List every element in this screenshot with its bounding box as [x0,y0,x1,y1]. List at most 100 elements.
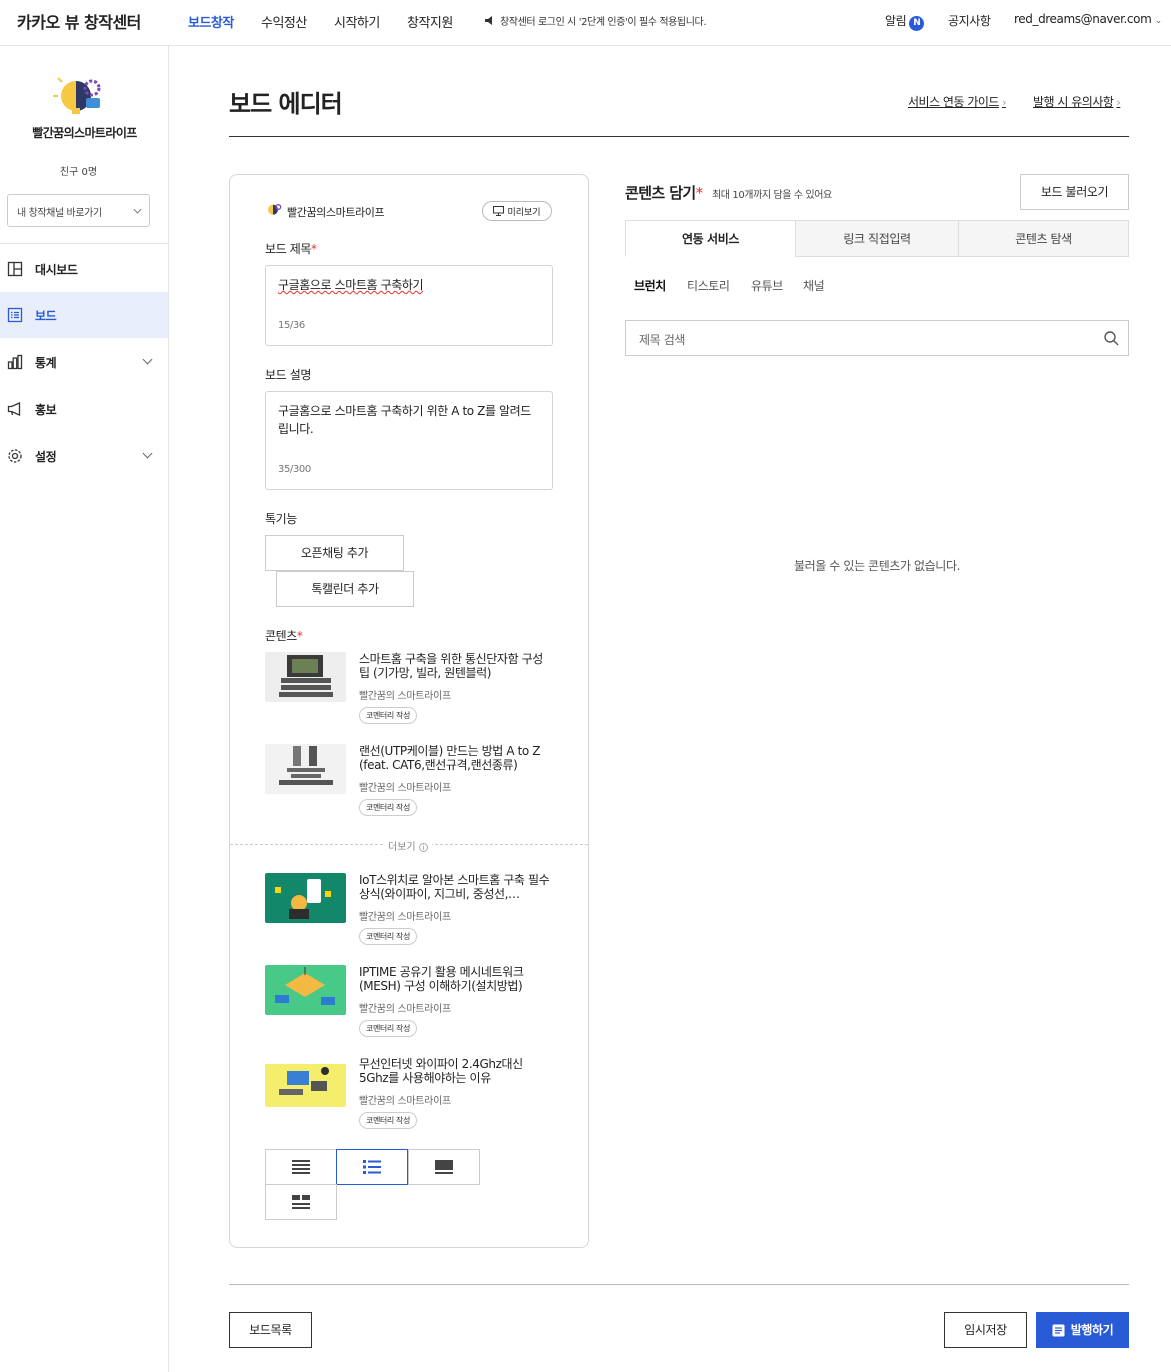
footer-divider [229,1284,1129,1285]
monitor-icon [493,206,505,216]
board-desc-label: 보드 설명 [265,368,311,382]
subtab-brunch[interactable]: 브런치 [634,277,666,294]
sidebar-item-stats[interactable]: 통계 [0,339,168,385]
content-title: IoT스위치로 알아본 스마트홈 구축 필수 상식(와이파이, 지그비, 중성선… [359,873,550,901]
title-divider [229,136,1129,137]
tab-direct-link[interactable]: 링크 직접입력 [795,220,959,257]
add-talkcalendar-button[interactable]: 톡캘린더 추가 [276,571,414,607]
content-thumbnail [265,652,346,702]
chevron-down-icon: ⌄ [1154,16,1163,26]
notice-link[interactable]: 공지사항 [948,12,991,29]
content-author: 빨간꿈의 스마트라이프 [359,1004,451,1015]
publish-caution-link[interactable]: 발행 시 유의사항 › [1033,93,1121,110]
subtab-channel[interactable]: 채널 [803,277,825,294]
sidebar-item-promotion[interactable]: 홍보 [0,386,168,432]
channel-name: 빨간꿈의스마트라이프 [32,126,137,140]
nav-board-create[interactable]: 보드창작 [188,12,234,31]
service-guide-label: 서비스 연동 가이드 [908,95,999,109]
account-menu[interactable]: red_dreams@naver.com ⌄ [1014,12,1162,26]
nav-getting-started[interactable]: 시작하기 [334,12,380,31]
subtab-youtube[interactable]: 유튜브 [751,277,783,294]
editor-channel-name: 빨간꿈의스마트라이프 [287,206,385,219]
layout-list-button[interactable] [265,1149,337,1185]
top-header: 카카오 뷰 창작센터 보드창작 수익정산 시작하기 창작지원 창작센터 로그인 … [0,0,1171,46]
channel-select[interactable]: 내 창작채널 바로가기 [7,194,150,227]
title-search-input[interactable]: 제목 검색 [625,320,1129,356]
content-thumbnail [265,744,346,794]
contents-label: 콘텐츠* [265,627,303,644]
content-item[interactable]: IPTIME 공유기 활용 메시네트워크(MESH) 구성 이해하기(설치방법)… [265,965,565,1045]
info-icon: i [418,843,428,852]
app-logo[interactable]: 카카오 뷰 창작센터 [17,9,141,33]
commentary-tag[interactable]: 코멘터리 작성 [359,1020,417,1037]
board-desc-value: 구글홈으로 스마트홈 구축하기 위한 A to Z를 알려드립니다. [278,404,531,436]
add-openchat-button[interactable]: 오픈채팅 추가 [265,535,404,571]
required-mark: * [296,629,303,643]
content-item[interactable]: 랜선(UTP케이블) 만드는 방법 A to Z (feat. CAT6,랜선규… [265,744,565,824]
search-icon[interactable] [1104,331,1119,346]
grid-icon [292,1195,310,1209]
content-thumbnail [265,1057,346,1107]
sidebar-item-dashboard[interactable]: 대시보드 [0,246,168,292]
nav-settlement[interactable]: 수익정산 [261,12,307,31]
required-mark: * [695,184,703,202]
content-item[interactable]: 스마트홈 구축을 위한 통신단자함 구성 팁 (기가망, 빌라, 원텐블럭) 빨… [265,652,565,732]
load-board-button[interactable]: 보드 불러오기 [1020,174,1129,210]
more-label: 더보기 [388,842,416,853]
chevron-right-icon: › [1001,96,1006,109]
board-desc-count: 35/300 [278,464,311,475]
commentary-tag[interactable]: 코멘터리 작성 [359,799,417,816]
collect-contents-subtitle: 최대 10개까지 담을 수 있어요 [712,190,832,201]
empty-state-message: 불러올 수 있는 콘텐츠가 없습니다. [793,559,961,573]
preview-button[interactable]: 미리보기 [482,201,552,221]
chevron-down-icon [142,354,153,365]
alarm-label: 알림 [885,14,907,28]
content-title: 랜선(UTP케이블) 만드는 방법 A to Z (feat. CAT6,랜선규… [359,744,541,772]
talk-feature-label: 톡기능 [265,512,297,526]
bullet-list-icon [363,1160,381,1174]
tab-content-explore[interactable]: 콘텐츠 탐색 [958,220,1129,257]
channel-select-label: 내 창작채널 바로가기 [17,208,102,219]
alarm-badge: N [909,16,925,31]
board-title-input[interactable]: 구글홈으로 스마트홈 구축하기 15/36 [265,265,553,346]
publish-caution-label: 발행 시 유의사항 [1033,95,1114,109]
required-mark: * [310,242,317,256]
dashboard-icon [7,261,23,277]
gear-icon [8,449,22,463]
card-icon [435,1160,453,1174]
commentary-tag[interactable]: 코멘터리 작성 [359,928,417,945]
commentary-tag[interactable]: 코멘터리 작성 [359,707,417,724]
sidebar-item-board[interactable]: 보드 [0,292,168,338]
sidebar: 빨간꿈의스마트라이프 친구 0명 내 창작채널 바로가기 대시보드 보드 통계 … [0,46,169,1372]
sidebar-item-settings[interactable]: 설정 [0,433,168,479]
publish-button[interactable]: 발행하기 [1036,1312,1129,1348]
alarm-button[interactable]: 알림 N [885,12,925,31]
content-title: IPTIME 공유기 활용 메시네트워크(MESH) 구성 이해하기(설치방법) [359,965,524,993]
commentary-tag[interactable]: 코멘터리 작성 [359,1112,417,1129]
service-guide-link[interactable]: 서비스 연동 가이드 › [908,93,1006,110]
chevron-right-icon: › [1116,96,1121,109]
layout-card-button[interactable] [408,1149,480,1185]
subtab-tistory[interactable]: 티스토리 [687,277,730,294]
temp-save-button[interactable]: 임시저장 [944,1312,1027,1348]
content-item[interactable]: IoT스위치로 알아본 스마트홈 구축 필수 상식(와이파이, 지그비, 중성선… [265,873,565,953]
more-toggle[interactable]: 더보기 i [384,838,432,853]
content-item[interactable]: 무선인터넷 와이파이 2.4Ghz대신 5Ghz를 사용해야하는 이유 빨간꿈의… [265,1057,565,1137]
board-title-label-text: 보드 제목 [265,242,311,256]
sidebar-item-label: 보드 [35,308,57,323]
content-author: 빨간꿈의 스마트라이프 [359,912,451,923]
board-list-button[interactable]: 보드목록 [229,1312,312,1348]
layout-thumb-list-button[interactable] [336,1149,408,1185]
board-title-count: 15/36 [278,320,305,331]
tab-linked-service[interactable]: 연동 서비스 [625,220,796,257]
page-title: 보드 에디터 [229,90,343,118]
layout-grid-button[interactable] [265,1184,337,1220]
content-title: 스마트홈 구축을 위한 통신단자함 구성 팁 (기가망, 빌라, 원텐블럭) [359,652,543,680]
login-notice[interactable]: 창작센터 로그인 시 '2단계 인증'이 필수 적용됩니다. [484,13,707,28]
notice-text: 창작센터 로그인 시 '2단계 인증'이 필수 적용됩니다. [500,17,707,28]
board-desc-input[interactable]: 구글홈으로 스마트홈 구축하기 위한 A to Z를 알려드립니다. 35/30… [265,391,553,490]
content-thumbnail [265,965,346,1015]
content-author: 빨간꿈의 스마트라이프 [359,691,451,702]
nav-support[interactable]: 창작지원 [407,12,453,31]
board-title-value: 구글홈으로 스마트홈 구축하기 [278,278,424,292]
